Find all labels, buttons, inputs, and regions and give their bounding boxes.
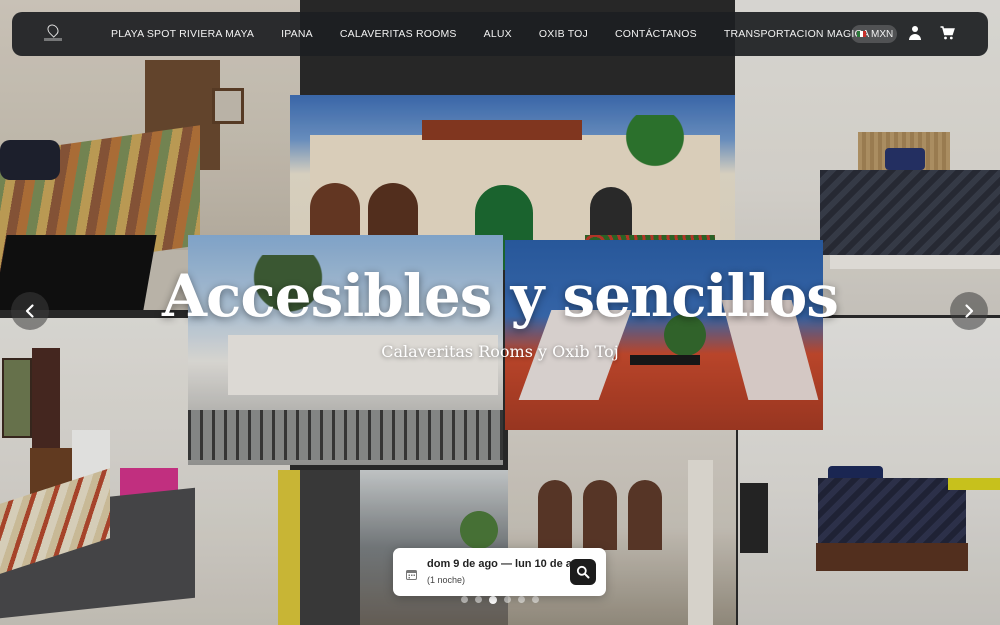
booking-nights: (1 noche) <box>427 575 466 585</box>
carousel-dot[interactable] <box>475 596 482 603</box>
currency-label: MXN <box>871 28 894 40</box>
top-navigation: PLAYA SPOT RIVIERA MAYA IPANA CALAVERITA… <box>12 12 988 56</box>
nav-link-calaveritas-rooms[interactable]: CALAVERITAS ROOMS <box>340 28 457 40</box>
carousel-next-button[interactable] <box>950 292 988 330</box>
nav-link-ipana[interactable]: IPANA <box>281 28 313 40</box>
carousel-dot[interactable] <box>518 596 525 603</box>
carousel-dots <box>461 595 546 604</box>
carousel-dot[interactable] <box>461 596 468 603</box>
nav-link-playa-spot[interactable]: PLAYA SPOT RIVIERA MAYA <box>111 28 254 40</box>
chevron-left-icon <box>25 304 34 318</box>
search-button[interactable] <box>570 559 596 585</box>
carousel-dot[interactable] <box>532 596 539 603</box>
cart-icon[interactable] <box>940 26 955 40</box>
nav-menu: PLAYA SPOT RIVIERA MAYA IPANA CALAVERITA… <box>111 12 896 56</box>
chevron-right-icon <box>965 304 974 318</box>
nav-link-contactanos[interactable]: CONTÁCTANOS <box>615 28 697 40</box>
nav-link-transportacion-magica[interactable]: TRANSPORTACION MAGICA <box>724 28 870 40</box>
mexico-flag-icon <box>857 31 866 37</box>
carousel-dot[interactable] <box>504 596 511 603</box>
calendar-icon <box>406 567 417 580</box>
booking-widget[interactable]: dom 9 de ago — lun 10 de ago (1 noche) <box>393 548 606 596</box>
carousel-dot[interactable] <box>489 595 497 604</box>
booking-dates[interactable]: dom 9 de ago — lun 10 de ago <box>427 558 585 570</box>
user-icon[interactable] <box>908 26 922 40</box>
location-pin-logo-icon[interactable] <box>44 22 62 44</box>
nav-link-oxib-toj[interactable]: OXIB TOJ <box>539 28 588 40</box>
carousel-prev-button[interactable] <box>11 292 49 330</box>
hero-subtitle: Calaveritas Rooms y Oxib Toj <box>381 342 619 361</box>
hero-title: Accesibles y sencillos <box>162 262 839 330</box>
search-icon <box>576 565 590 579</box>
nav-link-alux[interactable]: ALUX <box>484 28 512 40</box>
currency-selector[interactable]: MXN <box>851 25 897 43</box>
